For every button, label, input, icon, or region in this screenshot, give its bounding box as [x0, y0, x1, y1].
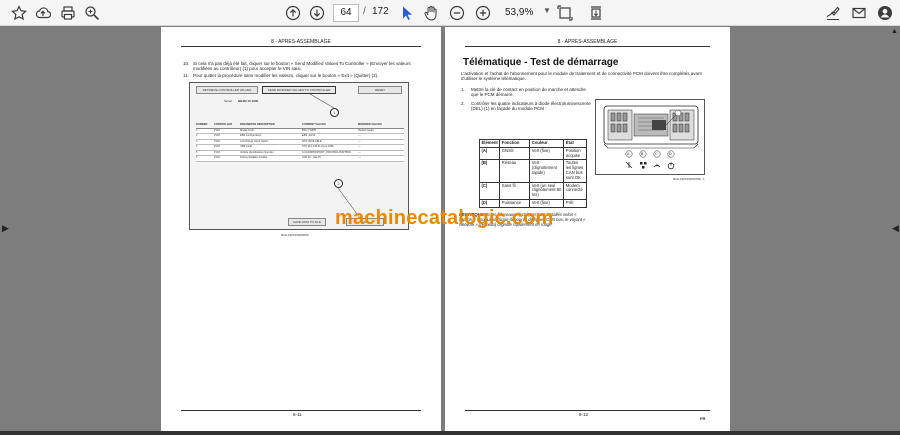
figure-number: 1: [703, 177, 705, 181]
led-label-c: C: [655, 152, 658, 156]
cursor-icon[interactable]: [397, 3, 417, 23]
page-footer-number: 8-12: [579, 412, 589, 417]
page-footer-rule: [465, 410, 710, 411]
step-text: Pour quitter la procédure sans modifier …: [193, 73, 379, 78]
sign-icon[interactable]: [823, 3, 843, 23]
step-number: 11.: [183, 73, 189, 78]
viewer-toolbar: 64 / 172 53,9% ▼: [0, 0, 900, 26]
step-text: Si cela n'a pas déjà été fait, cliquer s…: [193, 61, 411, 72]
table-row: (B) Réseau Vert (clignotement rapide) Toute…: [478, 159, 587, 183]
column-header: Fonction: [499, 139, 531, 148]
scroll-mode-icon[interactable]: [586, 3, 606, 23]
chevron-down-icon[interactable]: ▼: [543, 6, 551, 15]
step-2: 2. Contrôler les quatre indicateurs à di…: [461, 101, 591, 112]
step-text: Mettre la clé de contact en position de …: [471, 87, 586, 98]
led-label-d: D: [669, 152, 672, 156]
page-total: 172: [372, 6, 389, 17]
account-icon[interactable]: [875, 3, 895, 23]
callout-2: 2: [334, 179, 343, 188]
zoom-level-select[interactable]: 53,9%: [505, 4, 545, 22]
page-footer-language: FR: [700, 416, 706, 421]
step-number: 10.: [183, 61, 190, 66]
left-panel-toggle-icon[interactable]: ▶: [2, 223, 9, 234]
page-header: 8 - APRES-ASSEMBLAGE: [181, 39, 421, 47]
document-page-left: 8 - APRES-ASSEMBLAGE 10. Si cela n'a pas…: [161, 27, 441, 433]
step-11: 11. Pour quitter la procédure sans modif…: [183, 73, 419, 78]
page-number-input[interactable]: 64: [333, 4, 359, 22]
upload-icon[interactable]: [33, 3, 53, 23]
pcm-module-figure: 1 A B C D: [595, 99, 705, 175]
column-header: Élément: [478, 139, 501, 148]
plus-circle-icon[interactable]: [473, 3, 493, 23]
step-number: 1.: [461, 87, 465, 92]
bottom-edge: [0, 431, 900, 435]
print-icon[interactable]: [58, 3, 78, 23]
column-header: Couleur: [529, 139, 565, 148]
minus-circle-icon[interactable]: [447, 3, 467, 23]
mail-icon[interactable]: [849, 3, 869, 23]
column-header: État: [563, 139, 587, 148]
step-10: 10. Si cela n'a pas déjà été fait, cliqu…: [183, 61, 419, 72]
zoom-search-icon[interactable]: [82, 3, 102, 23]
arrow-up-circle-icon[interactable]: [283, 3, 303, 23]
arrow-down-circle-icon[interactable]: [307, 3, 327, 23]
led-label-a: A: [627, 152, 630, 156]
fit-page-icon[interactable]: [555, 3, 575, 23]
scroll-up-icon[interactable]: ▲: [891, 28, 898, 35]
page-footer-rule: [181, 410, 421, 411]
page-separator: /: [363, 6, 366, 17]
figure-reference: RAIL19PKP0000000: [281, 233, 309, 237]
star-icon[interactable]: [9, 3, 29, 23]
table-row: (A) GNSS Vert (fixe) Position acquise: [478, 146, 587, 161]
intro-paragraph: L'activation et l'achat de l'abonnement …: [461, 71, 702, 82]
hand-icon[interactable]: [421, 3, 441, 23]
led-status-table: Élément Fonction Couleur État (A) GNSS Ver…: [478, 139, 587, 208]
table-header-row: Élément Fonction Couleur État: [478, 139, 587, 148]
page-header: 8 - APRES-ASSEMBLAGE: [465, 39, 710, 47]
step-1: 1. Mettre la clé de contact en position …: [461, 87, 591, 98]
step-number: 2.: [461, 101, 465, 106]
pcm-module-drawing: [603, 105, 699, 170]
step-text: Contrôler les quatre indicateurs à diode…: [471, 101, 591, 112]
figure-code: RAIL19PKP0000TEK: [673, 177, 702, 181]
right-panel-toggle-icon[interactable]: ◀: [892, 223, 899, 234]
document-page-right: 8 - APRES-ASSEMBLAGE Télématique - Test …: [445, 27, 730, 433]
watermark-text: machinecatalogic.com: [335, 207, 554, 229]
led-label-b: B: [641, 152, 644, 156]
section-title: Télématique - Test de démarrage: [463, 57, 619, 68]
page-footer-number: 8-11: [293, 412, 302, 417]
table-row: (C) Sans fil Vert (un seul clignotement 50…: [478, 181, 587, 200]
